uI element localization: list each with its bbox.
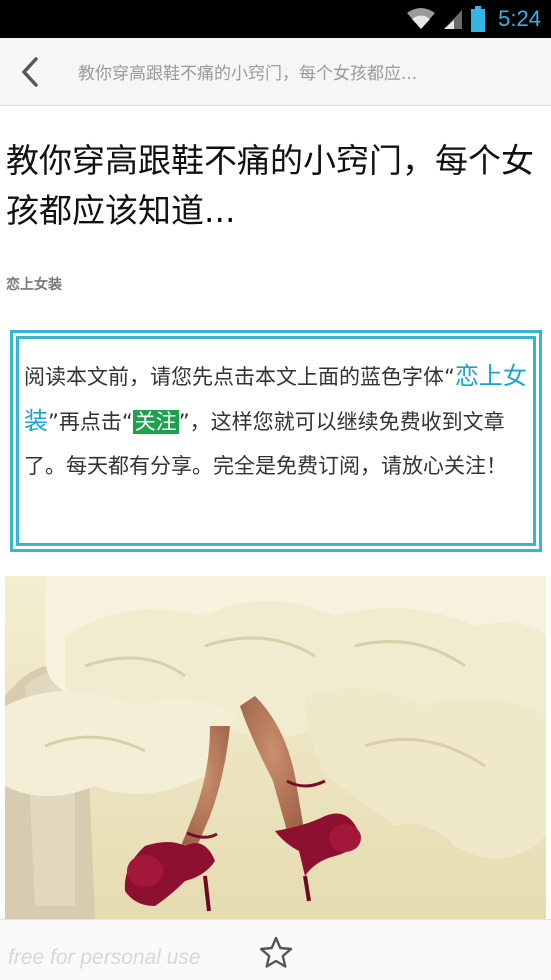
back-button[interactable] [10, 50, 50, 94]
favorite-button[interactable] [258, 935, 294, 969]
article-title: 教你穿高跟鞋不痛的小窍门，每个女孩都应该知道... [6, 141, 534, 230]
status-bar: 5:24 [0, 0, 551, 38]
notice-text: 阅读本文前，请您先点击本文上面的蓝色字体“恋上女装”再点击“关注”，这样您就可以… [24, 354, 527, 488]
notice-box-inner: 阅读本文前，请您先点击本文上面的蓝色字体“恋上女装”再点击“关注”，这样您就可以… [16, 336, 536, 546]
toolbar-title: 教你穿高跟鞋不痛的小窍门，每个女孩都应... [78, 64, 418, 84]
notice-box: 阅读本文前，请您先点击本文上面的蓝色字体“恋上女装”再点击“关注”，这样您就可以… [10, 330, 542, 552]
notice-text-part2: ”再点击“ [48, 410, 133, 434]
notice-text-part1: 阅读本文前，请您先点击本文上面的蓝色字体“ [24, 365, 455, 389]
battery-icon [471, 6, 486, 32]
chevron-left-icon [22, 57, 38, 87]
status-time: 5:24 [498, 6, 541, 31]
star-outline-icon [259, 936, 293, 968]
follow-highlight: 关注 [132, 410, 179, 434]
watermark-text: free for personal use [8, 946, 201, 969]
author-name[interactable]: 恋上女装 [6, 274, 62, 294]
signal-icon [444, 10, 463, 29]
wedding-dress-red-heels-photo [5, 576, 546, 919]
status-icons: 5:24 [406, 0, 541, 38]
article-photo [5, 576, 546, 919]
wifi-icon [407, 8, 436, 29]
top-toolbar: 教你穿高跟鞋不痛的小窍门，每个女孩都应... [0, 38, 551, 106]
bottom-bar: free for personal use [0, 919, 551, 980]
